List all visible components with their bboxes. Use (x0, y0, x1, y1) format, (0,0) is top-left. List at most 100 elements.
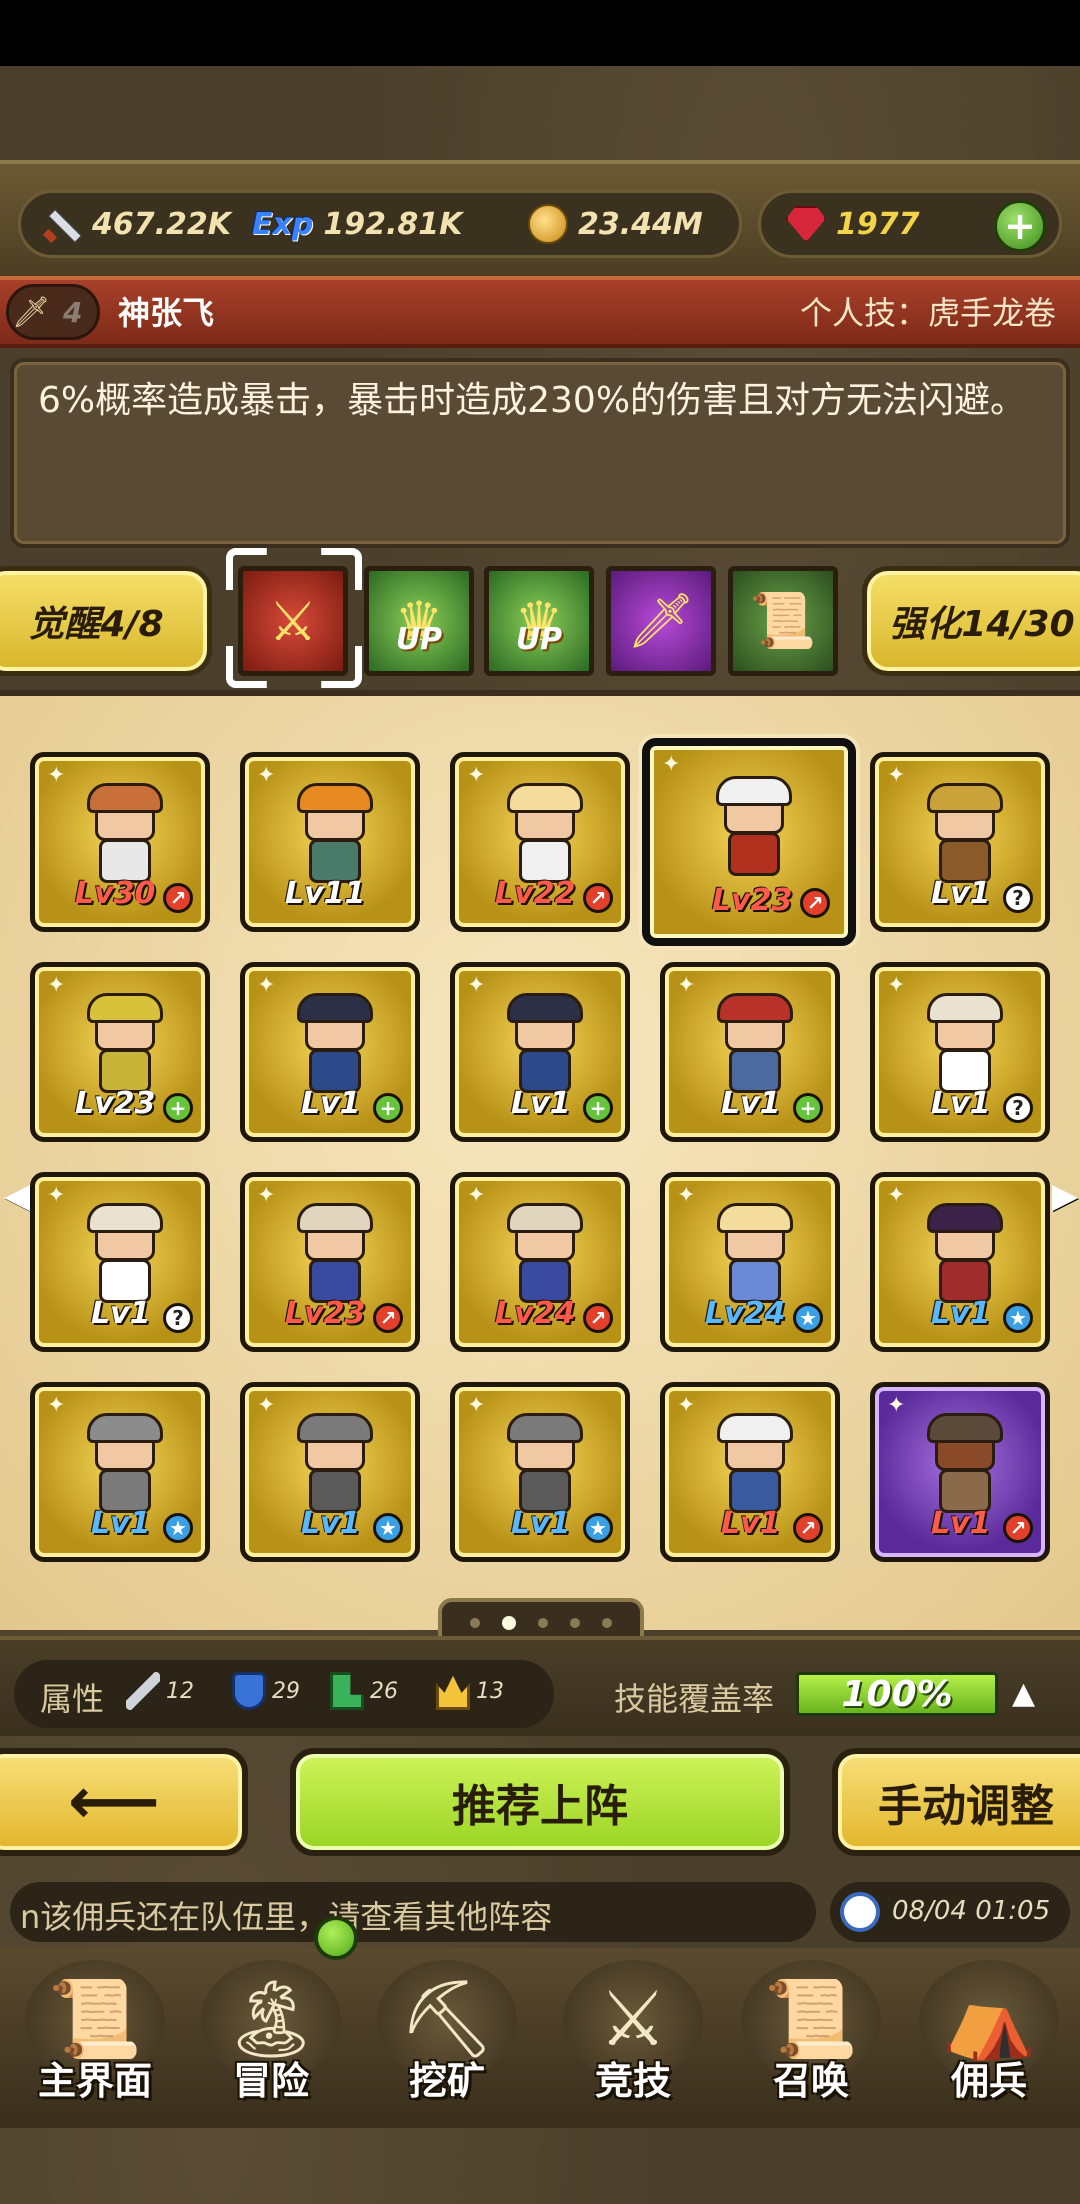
hero-card[interactable]: ✦ Lv1 ↗ (870, 1382, 1050, 1562)
skill-description: 6%概率造成暴击，暴击时造成230%的伤害且对方无法闪避。 (38, 380, 1027, 421)
attr-shield: 29 (232, 1672, 300, 1710)
hero-level: Lv1 (91, 1506, 151, 1541)
sparkle-icon: ✦ (467, 763, 486, 788)
skill-coverage-bar: 100% (796, 1672, 998, 1716)
tab-up-1[interactable]: ♛ UP (364, 566, 474, 676)
rank-up-icon: ↗ (793, 1513, 823, 1543)
hero-portrait (497, 1203, 593, 1309)
page-dot[interactable] (538, 1618, 548, 1628)
nav-arena[interactable]: ⚔ 竞技 (548, 1940, 718, 2130)
hero-portrait (77, 993, 173, 1099)
personal-skill-label: 个人技：虎手龙卷 (800, 294, 1057, 332)
tab-selection-frame (226, 548, 362, 688)
hero-name: 神张飞 (118, 294, 215, 332)
tab-up-2[interactable]: ♛ UP (484, 566, 594, 676)
hero-card[interactable]: ✦ Lv1 + (240, 962, 420, 1142)
hero-portrait (707, 1203, 803, 1309)
tab-scroll[interactable]: 📜 (728, 566, 838, 676)
sword-icon (42, 204, 82, 244)
sparkle-icon: ✦ (257, 1183, 276, 1208)
back-arrow-icon: ⟵ (68, 1765, 160, 1839)
sparkle-icon: ✦ (887, 1393, 906, 1418)
hero-card[interactable]: ✦ Lv23 ↗ (240, 1172, 420, 1352)
rank-up-icon: ↗ (1003, 1513, 1033, 1543)
tab-sword[interactable]: 🗡 (606, 566, 716, 676)
hero-card[interactable]: ✦ Lv1 + (450, 962, 630, 1142)
hero-card[interactable]: ✦ Lv1? (30, 1172, 210, 1352)
sparkle-icon: ✦ (467, 1183, 486, 1208)
nav-summon[interactable]: 📜 召唤 (726, 1940, 896, 2130)
hero-card[interactable]: ✦ Lv23 + (30, 962, 210, 1142)
exp-icon: Exp (252, 206, 314, 242)
star-icon: ★ (1003, 1303, 1033, 1333)
recommend-deploy-label: 推荐上阵 (452, 1781, 628, 1832)
nav-main[interactable]: 📜 主界面 (10, 1940, 180, 2130)
page-dot[interactable] (470, 1618, 480, 1628)
nav-mercenary[interactable]: ⛺ 佣兵 (904, 1940, 1074, 2130)
hero-card[interactable]: ✦ Lv1 ★ (870, 1172, 1050, 1352)
dagger-icon (126, 1672, 160, 1710)
hero-card[interactable]: ✦ Lv1? (870, 752, 1050, 932)
nav-label: 主界面 (37, 2059, 152, 2103)
recommend-deploy-button[interactable]: 推荐上阵 (290, 1748, 790, 1856)
hero-card[interactable]: ✦ Lv23 ↗ (642, 738, 856, 946)
sparkle-icon: ✦ (47, 973, 66, 998)
attr-crown: 13 (436, 1672, 504, 1710)
hero-level: Lv24 (495, 1296, 576, 1331)
hero-portrait (917, 1413, 1013, 1519)
page-dot[interactable] (602, 1618, 612, 1628)
hero-card[interactable]: ✦ Lv1 + (660, 962, 840, 1142)
hero-card[interactable]: ✦ Lv1? (870, 962, 1050, 1142)
hero-card[interactable]: ✦ Lv11 (240, 752, 420, 932)
hero-level: Lv1 (91, 1296, 151, 1331)
hero-level: Lv11 (285, 876, 366, 911)
hero-card[interactable]: ✦ Lv30 ↗ (30, 752, 210, 932)
hero-card[interactable]: ✦ Lv1 ★ (240, 1382, 420, 1562)
page-dot[interactable] (570, 1618, 580, 1628)
expand-arrow-icon[interactable]: ▲ (1012, 1676, 1035, 1711)
enhance-button[interactable]: 强化14/30 (862, 566, 1080, 676)
back-button[interactable]: ⟵ (0, 1748, 248, 1856)
hero-card[interactable]: ✦ Lv1 ★ (450, 1382, 630, 1562)
awaken-label: 觉醒4/8 (28, 604, 164, 645)
hero-level: Lv1 (721, 1506, 781, 1541)
attack-resource: 467.22K (42, 196, 231, 252)
sparkle-icon: ✦ (887, 763, 906, 788)
hero-card[interactable]: ✦ Lv24 ↗ (450, 1172, 630, 1352)
crown-icon (436, 1675, 470, 1710)
attack-value: 467.22K (92, 206, 232, 242)
skill-coverage-value: 100% (841, 1673, 953, 1715)
sparkle-icon: ✦ (47, 1393, 66, 1418)
sparkle-icon: ✦ (887, 973, 906, 998)
hero-card[interactable]: ✦ Lv1 ↗ (660, 1382, 840, 1562)
add-gems-button[interactable]: + (994, 200, 1046, 252)
nav-mining[interactable]: ⛏ 挖矿 (362, 1940, 532, 2130)
sparkle-icon: ✦ (662, 752, 681, 777)
enhance-label: 强化14/30 (889, 604, 1075, 645)
hero-card[interactable]: ✦ Lv22 ↗ (450, 752, 630, 932)
hero-portrait (497, 1413, 593, 1519)
star-icon: ★ (793, 1303, 823, 1333)
scroll-icon: 📜 (749, 589, 817, 652)
star-icon: ★ (373, 1513, 403, 1543)
hero-portrait (917, 783, 1013, 889)
attr-dagger-value: 12 (166, 1678, 194, 1704)
hero-level: Lv1 (301, 1086, 361, 1121)
hero-card[interactable]: ✦ Lv1 ★ (30, 1382, 210, 1562)
nav-adventure[interactable]: 🏝 冒险 (186, 1940, 356, 2130)
gold-value: 23.44M (578, 206, 703, 242)
gem-value: 1977 (836, 206, 920, 242)
exp-resource: Exp 192.81K (252, 196, 462, 252)
hero-card[interactable]: ✦ Lv24 ★ (660, 1172, 840, 1352)
dagger-rank-icon: 🗡 (11, 294, 51, 330)
prev-page-arrow[interactable]: ◀ (4, 1176, 30, 1216)
page-dot-active[interactable] (502, 1616, 516, 1630)
awaken-button[interactable]: 觉醒4/8 (0, 566, 212, 676)
hero-portrait (917, 993, 1013, 1099)
nav-label: 召唤 (772, 2059, 849, 2103)
next-page-arrow[interactable]: ▶ (1052, 1176, 1078, 1216)
manual-adjust-button[interactable]: 手动调整 (832, 1748, 1080, 1856)
sparkle-icon: ✦ (467, 1393, 486, 1418)
hero-portrait (287, 1413, 383, 1519)
sparkle-icon: ✦ (467, 973, 486, 998)
